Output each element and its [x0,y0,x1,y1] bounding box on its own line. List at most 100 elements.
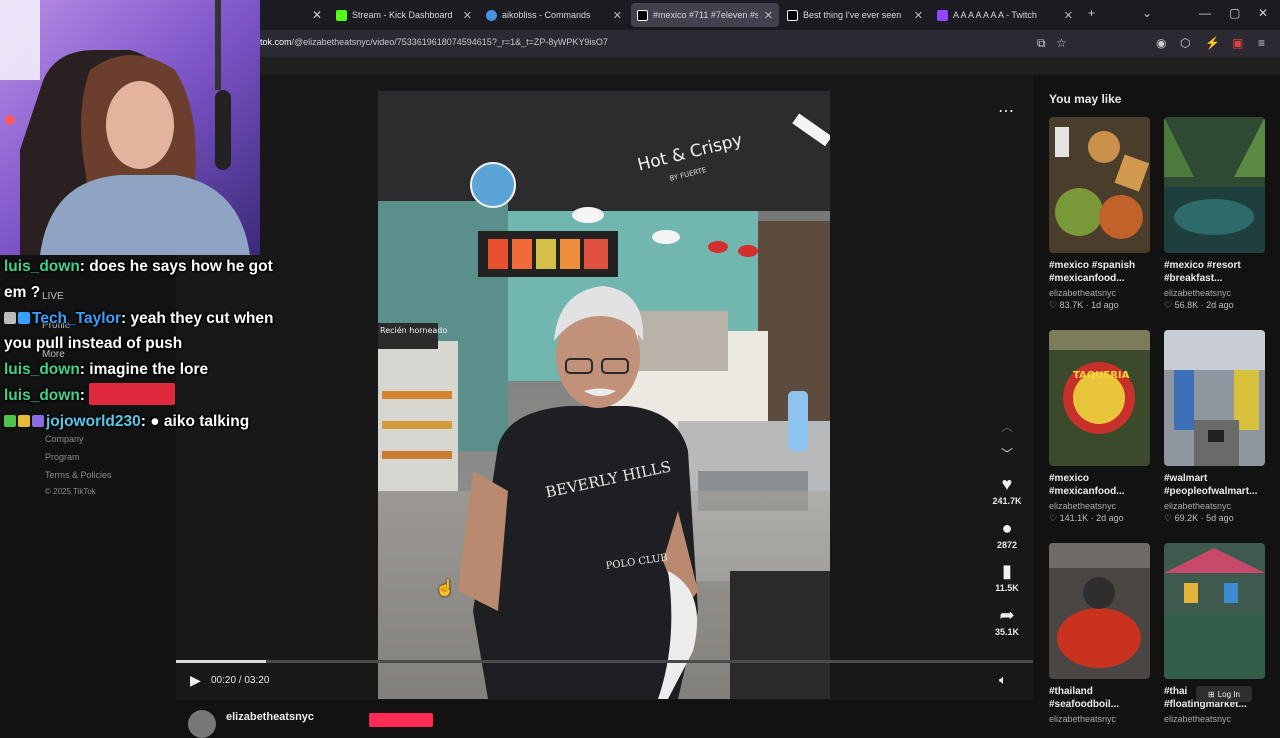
chat-message: Tech_Taylor: yeah they cut when you pull… [4,309,274,353]
play-icon[interactable]: ▶ [190,672,201,689]
globe-favicon-icon [486,9,497,21]
rec-card[interactable]: #mexico #spanish #mexicanfood... elizabet… [1049,117,1150,311]
chat-username: luis_down [4,258,80,275]
twitch-favicon-icon [937,9,948,21]
rec-thumbnail[interactable] [1164,543,1265,679]
extensions-icon[interactable]: ⬡ [1180,36,1190,50]
author-name[interactable]: elizabetheatsnyc [226,711,314,723]
video-progress-fill [176,660,266,663]
pendant-lamp [572,207,604,223]
tab-kick-dashboard[interactable]: Stream - Kick Dashboard ✕ [330,3,478,27]
taqueria-sign-text: TAQUERIA [1073,370,1130,381]
rec-thumbnail[interactable] [1164,330,1265,466]
chat-username: luis_down [4,361,80,379]
soap-bottle [788,391,808,451]
mouse-cursor-icon: ☝ [435,580,455,597]
footer-program[interactable]: Program [45,452,80,462]
page-top-strip [260,57,1280,75]
heart-icon: ♥ [1001,474,1013,494]
account-icon[interactable]: ◉ [1156,36,1166,50]
rec-meta: ♡ 56.8K · 2d ago [1164,300,1234,310]
chat-message: jojoworld230: ● aiko talking [4,409,279,435]
close-tab-icon[interactable]: ✕ [463,9,472,22]
footer-company[interactable]: Company [45,434,84,444]
rec-author[interactable]: elizabetheatsnyc [1164,501,1265,511]
chat-badge-icon [32,414,44,427]
heart-outline-icon: ♡ [1164,513,1173,523]
rec-description: #walmart #peopleofwalmart... [1164,473,1258,497]
author-avatar[interactable] [188,710,216,738]
rec-thumbnail[interactable] [1049,117,1150,253]
chat-badge-icon [18,311,30,324]
rec-author[interactable]: elizabetheatsnyc [1164,288,1265,298]
chat-badge-icon [18,414,30,427]
url-text[interactable]: tok.com/@elizabetheatsnyc/video/75336196… [260,37,608,47]
kick-favicon-icon [336,9,347,21]
bookmark-star-icon[interactable]: ☆ [1056,36,1067,50]
next-video-chevron-icon[interactable]: ﹀ [1001,445,1013,462]
share-count: 35.1K [994,627,1020,637]
rec-author[interactable]: elizabetheatsnyc [1164,714,1265,724]
rec-card[interactable]: #mexico #resort #breakfast... elizabethea… [1164,117,1265,311]
rec-author[interactable]: elizabetheatsnyc [1049,714,1150,724]
close-tab-icon[interactable]: ✕ [1064,9,1073,22]
rec-thumbnail[interactable] [1049,543,1150,679]
close-tab-icon[interactable]: ✕ [914,9,923,22]
chat-username: jojoworld230 [46,412,141,430]
chat-badge-icon [4,414,16,427]
chat-badge-icon [4,311,16,324]
menu-icon[interactable]: ≡ [1258,36,1265,50]
footer-terms[interactable]: Terms & Policies [45,470,112,480]
heart-outline-icon: ♡ [1164,300,1173,310]
rec-description: #thailand #seafoodboil... [1049,686,1120,710]
like-button[interactable]: ♥ 241.7K [982,474,1032,506]
tab-best-thing[interactable]: Best thing I've ever seen ✕ [781,3,929,27]
close-tab-icon[interactable]: ✕ [312,8,322,22]
video-scene: Hot & Crispy BY FUERTE Recién horneado B… [378,91,830,699]
close-window-icon[interactable]: ✕ [1258,6,1268,20]
ceiling [378,91,830,211]
login-button[interactable]: ⊞ Log In [1196,686,1252,702]
maximize-icon[interactable]: ▢ [1229,6,1240,20]
rec-author[interactable]: elizabetheatsnyc [1049,501,1150,511]
video-progress-track[interactable] [176,660,1033,663]
extension-badge-icon[interactable]: ▣ [1232,36,1243,50]
save-count: 11.5K [995,583,1019,593]
tab-twitch[interactable]: A A A A A A A - Twitch ✕ [931,3,1079,27]
tab-list-chevron-icon[interactable]: ⌄ [1142,6,1152,20]
share-arrow-icon: ➦ [999,605,1015,625]
minimize-icon[interactable]: — [1199,6,1211,20]
comment-bubble-icon: ● [1001,518,1013,538]
close-tab-icon[interactable]: ✕ [613,9,622,22]
save-button[interactable]: ▮ 11.5K [982,561,1032,593]
picture-in-picture-icon[interactable]: ⧉ [1037,36,1046,51]
follow-button[interactable] [369,713,433,727]
volume-icon[interactable]: 🔈︎ [999,672,1007,688]
rec-author[interactable]: elizabetheatsnyc [1049,288,1150,298]
tab-tiktok-video[interactable]: #mexico #711 #7eleven #spani✕ [631,3,779,27]
chat-message: luis_down: imagine the lore [4,361,209,379]
new-tab-icon[interactable]: + [1088,6,1095,20]
chat-text: aiko talking [159,412,250,430]
logo-circle [470,162,516,208]
previous-video-chevron-icon[interactable]: ︿ [1001,418,1013,435]
rec-description: #mexico #mexicanfood... [1049,473,1125,497]
rec-card[interactable]: #walmart #peopleofwalmart... elizabetheat… [1164,330,1265,524]
chat-emote-icon [89,382,176,405]
comment-button[interactable]: ● 2872 [982,518,1032,550]
rec-thumbnail[interactable]: TAQUERIA [1049,330,1150,466]
share-button[interactable]: ➦ 35.1K [982,605,1032,637]
rec-card[interactable]: TAQUERIA #mexico #mexicanfood... elizabet… [1049,330,1150,524]
video-timecode: 00:20 / 03:20 [211,675,270,686]
recommendations-title: You may like [1049,92,1122,106]
comment-count: 2872 [996,540,1018,550]
rec-card[interactable]: #thailand #seafoodboil... elizabetheatsny… [1049,543,1150,724]
more-options-icon[interactable]: ⋯ [998,101,1014,121]
close-tab-icon[interactable]: ✕ [764,9,773,22]
rec-thumbnail[interactable] [1164,117,1265,253]
tiktok-favicon-icon [637,9,648,21]
extension-icon[interactable]: ⚡ [1205,36,1220,50]
tab-aikobliss-commands[interactable]: aikobliss - Commands ✕ [480,3,628,27]
video-frame[interactable]: Hot & Crispy BY FUERTE Recién horneado B… [378,91,830,699]
chat-username: Tech_Taylor [32,309,122,327]
